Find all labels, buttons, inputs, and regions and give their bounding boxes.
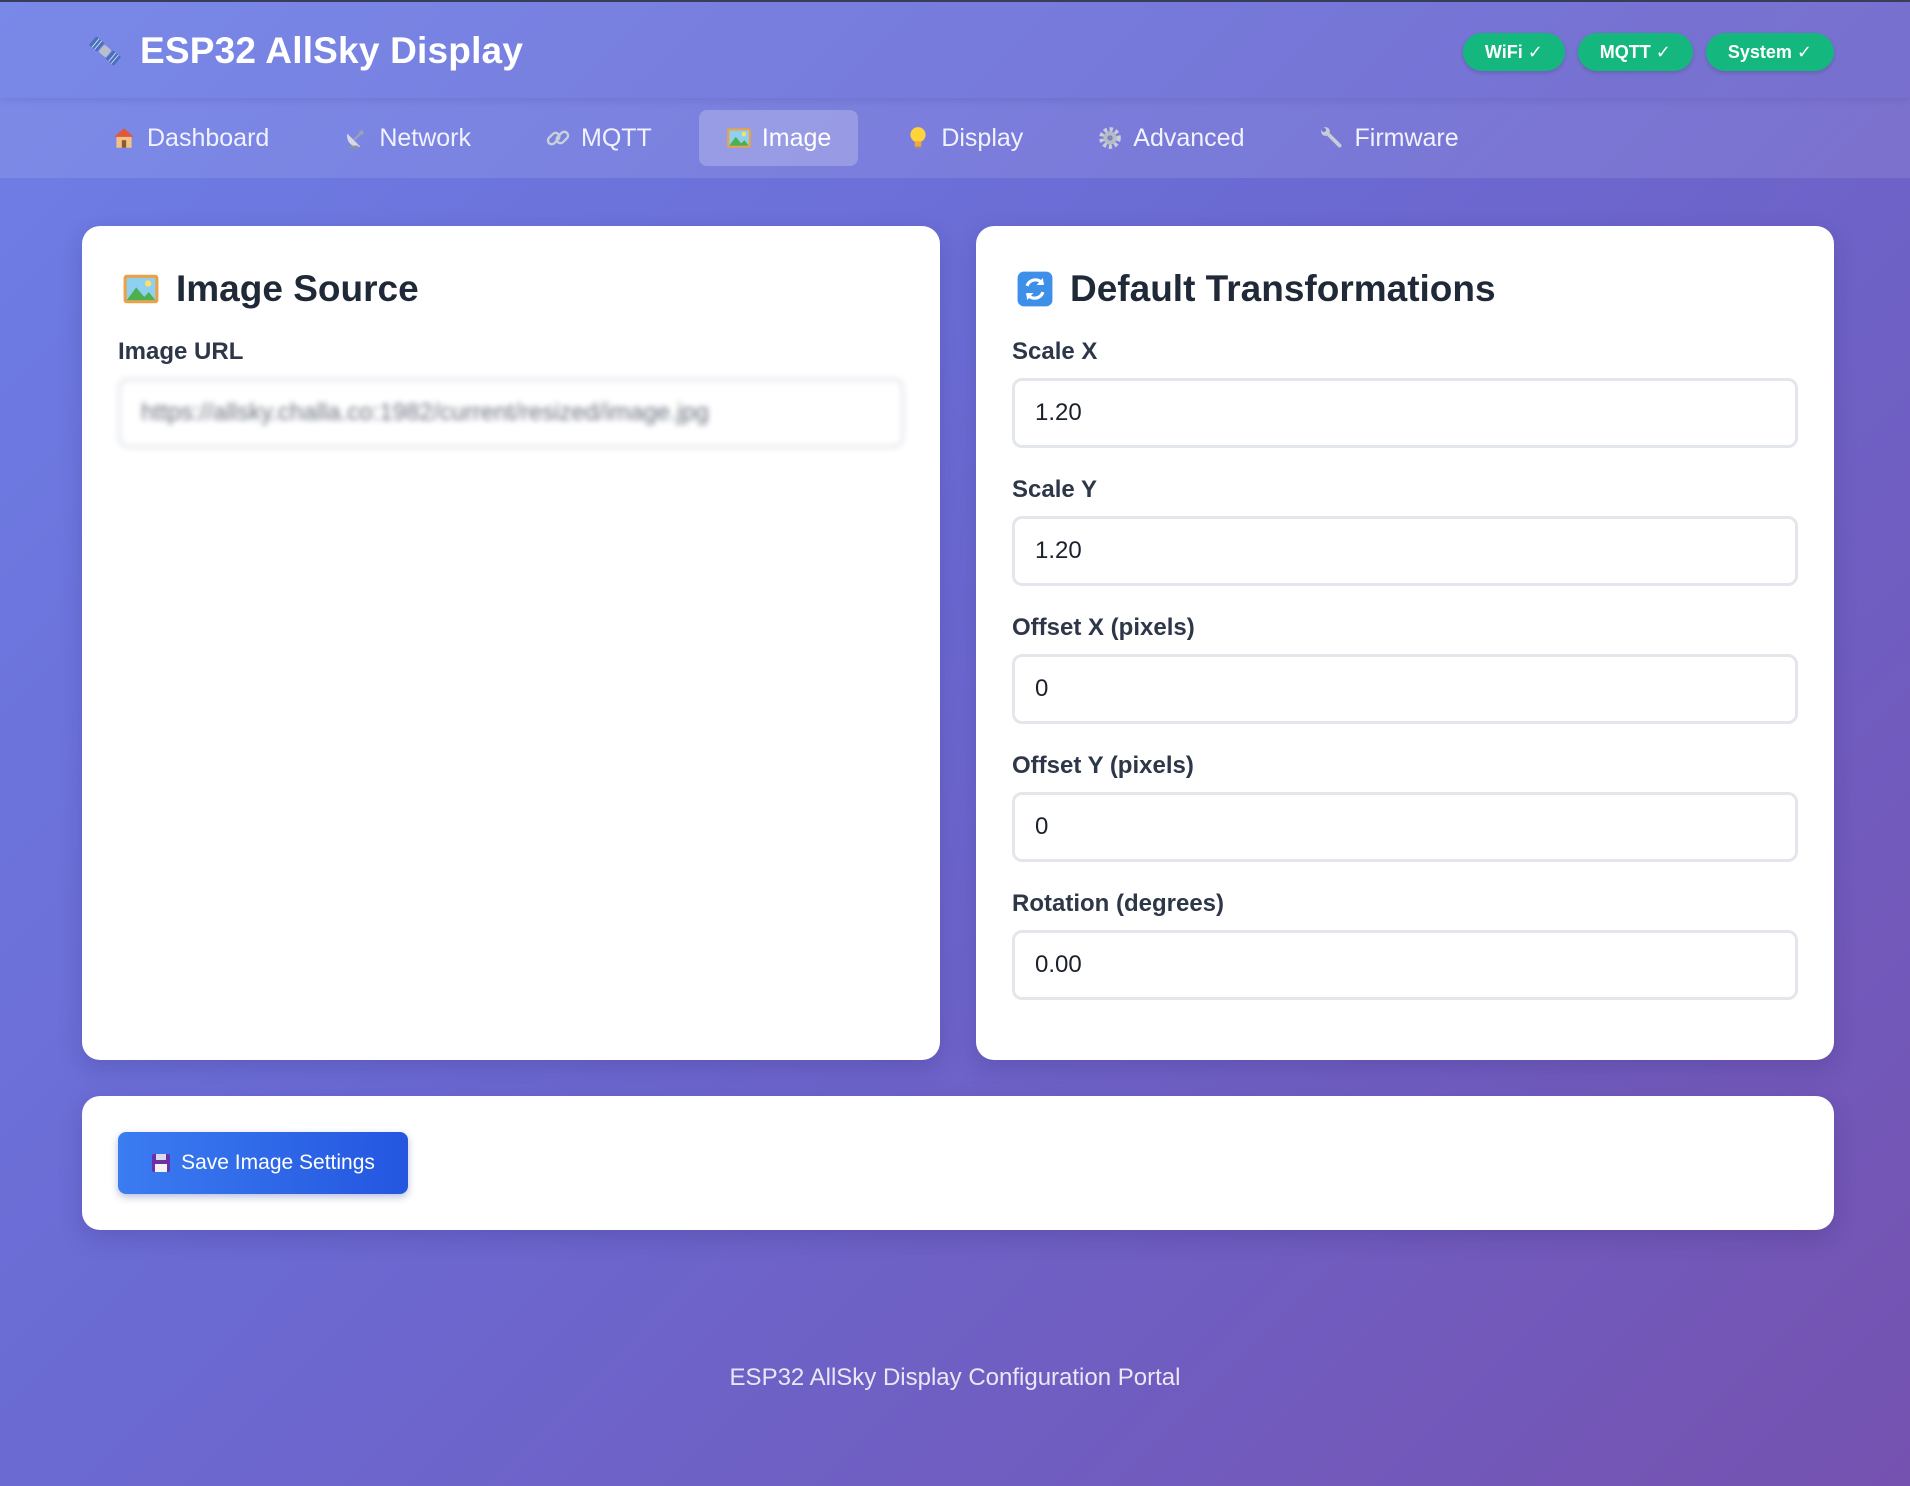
image-source-heading: Image Source <box>122 268 419 310</box>
refresh-icon <box>1017 271 1053 307</box>
scale-x-label: Scale X <box>1012 338 1098 365</box>
image-source-card: Image Source Image URL <box>82 226 940 1060</box>
main-nav: Dashboard Network MQTT Image Display Adv… <box>0 98 1910 178</box>
tab-label: Display <box>941 123 1024 152</box>
image-source-title: Image Source <box>176 268 419 309</box>
brand: ESP32 AllSky Display <box>86 30 523 72</box>
actions-card: Save Image Settings <box>82 1096 1834 1230</box>
rotation-input[interactable] <box>1012 930 1798 1000</box>
status-badges: WiFi ✓ MQTT ✓ System ✓ <box>1462 33 1834 71</box>
footer-text: ESP32 AllSky Display Configuration Porta… <box>729 1364 1181 1391</box>
floppy-disk-icon <box>152 1154 171 1172</box>
tab-dashboard[interactable]: Dashboard <box>84 110 296 166</box>
offset-x-input[interactable] <box>1012 654 1798 724</box>
app-title: ESP32 AllSky Display <box>140 30 524 71</box>
offset-y-label: Offset Y (pixels) <box>1012 752 1194 779</box>
tab-label: Advanced <box>1133 123 1245 152</box>
tab-label: Network <box>379 123 471 152</box>
tab-mqtt[interactable]: MQTT <box>518 110 679 166</box>
tab-label: MQTT <box>581 123 652 152</box>
image-url-label: Image URL <box>118 338 244 365</box>
save-button-label: Save Image Settings <box>181 1151 375 1174</box>
tab-label: Image <box>761 123 832 152</box>
house-icon <box>114 128 134 148</box>
offset-x-label: Offset X (pixels) <box>1012 614 1195 641</box>
link-icon <box>546 130 570 146</box>
transformations-card: Default Transformations Scale X Scale Y … <box>976 226 1834 1060</box>
image-url-input[interactable] <box>118 378 904 448</box>
mqtt-status-badge: MQTT ✓ <box>1577 33 1693 71</box>
tab-label: Firmware <box>1354 123 1459 152</box>
tab-network[interactable]: Network <box>316 110 498 166</box>
gear-icon <box>1099 127 1122 149</box>
lightbulb-icon <box>910 127 926 149</box>
offset-y-input[interactable] <box>1012 792 1798 862</box>
scale-y-label: Scale Y <box>1012 476 1097 503</box>
wifi-status-badge: WiFi ✓ <box>1462 33 1565 71</box>
satellite-icon <box>89 36 121 66</box>
scale-y-input[interactable] <box>1012 516 1798 586</box>
transformations-title: Default Transformations <box>1070 268 1496 309</box>
tab-label: Dashboard <box>147 123 270 152</box>
system-status-badge: System ✓ <box>1705 33 1834 71</box>
transformations-heading: Default Transformations <box>1016 268 1496 310</box>
tab-firmware[interactable]: Firmware <box>1292 110 1486 166</box>
wrench-icon <box>1320 127 1341 148</box>
tab-image[interactable]: Image <box>698 110 859 166</box>
scale-x-input[interactable] <box>1012 378 1798 448</box>
rotation-label: Rotation (degrees) <box>1012 890 1225 917</box>
picture-icon <box>726 128 751 148</box>
satellite-dish-icon <box>347 130 364 149</box>
tab-advanced[interactable]: Advanced <box>1070 110 1271 166</box>
tab-display[interactable]: Display <box>878 110 1050 166</box>
save-image-settings-button[interactable]: Save Image Settings <box>118 1132 408 1194</box>
picture-icon <box>123 274 159 304</box>
app-header: ESP32 AllSky Display WiFi ✓ MQTT ✓ Syste… <box>0 2 1910 98</box>
